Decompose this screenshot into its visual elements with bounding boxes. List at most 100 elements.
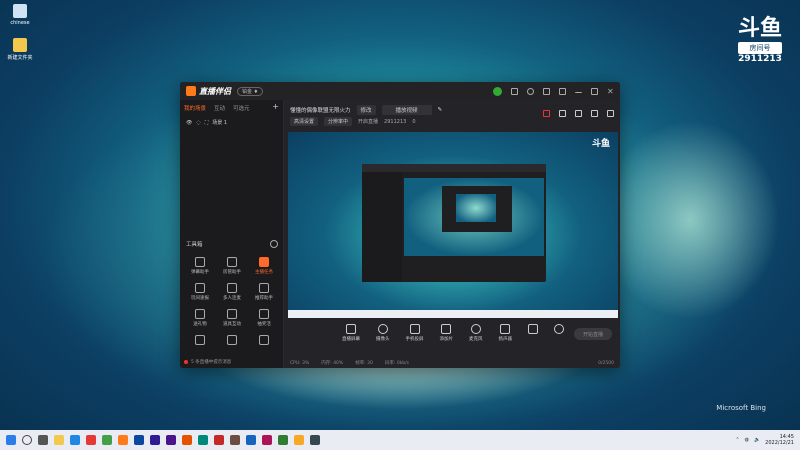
lock-icon[interactable]: ◌ bbox=[196, 120, 200, 126]
avatar[interactable] bbox=[493, 86, 502, 96]
skin-icon[interactable] bbox=[543, 87, 550, 95]
header-actions bbox=[543, 110, 614, 117]
explorer-icon[interactable] bbox=[54, 435, 64, 445]
app-icon-7[interactable] bbox=[294, 435, 304, 445]
network-icon[interactable]: ◍ bbox=[745, 437, 749, 443]
tool-lottery[interactable]: 抽奖活 bbox=[248, 309, 280, 327]
message-icon[interactable] bbox=[511, 87, 518, 95]
speaker-button[interactable]: 扬声器 bbox=[499, 324, 512, 342]
douyu-app-icon[interactable] bbox=[118, 435, 128, 445]
tool-admin[interactable]: 房管助手 bbox=[216, 257, 248, 275]
extra-icon bbox=[227, 335, 237, 345]
task-view-icon[interactable] bbox=[38, 435, 48, 445]
category-select[interactable]: 播放视频 bbox=[381, 105, 432, 115]
wallpaper-reef-right bbox=[600, 120, 780, 320]
room-id: 2911213 bbox=[384, 118, 407, 125]
camera-button[interactable]: 摄像头 bbox=[376, 324, 390, 342]
wechat-icon[interactable] bbox=[102, 435, 112, 445]
preview-taskbar bbox=[288, 310, 618, 318]
tool-danmaku[interactable]: 弹幕助手 bbox=[184, 257, 216, 275]
sidebar-notice[interactable]: 5 条直播中提示消息 bbox=[184, 359, 231, 365]
system-tray: ⌃ ◍ 🔈 14:45 2022/12/21 bbox=[735, 434, 794, 446]
mic-button[interactable]: 麦克风 bbox=[469, 324, 483, 342]
multi-mic-icon bbox=[227, 283, 237, 293]
start-live-button[interactable]: 开始直播 bbox=[574, 328, 612, 340]
video-icon bbox=[528, 324, 538, 334]
settings-button[interactable] bbox=[554, 324, 564, 342]
chevron-up-icon[interactable]: ⌃ bbox=[735, 437, 739, 443]
record-label: 开启直播 bbox=[358, 119, 379, 125]
main-panel: 懂懂的偶像联盟无限火力 修改 播放视频 ✎ 高清设置 分辨率中 开启直播 291… bbox=[284, 100, 620, 368]
premiere-icon[interactable] bbox=[150, 435, 160, 445]
start-icon[interactable] bbox=[6, 435, 16, 445]
recycle-bin-icon bbox=[13, 4, 27, 18]
record-cam-button[interactable] bbox=[528, 324, 538, 342]
status-bar: CPU: 3% 内存: 40% 帧率: 30 码率: 0kb/s 0/2500 bbox=[290, 360, 614, 367]
help-icon[interactable] bbox=[527, 87, 534, 95]
version-badge[interactable]: 铂金 ♦ bbox=[237, 86, 264, 96]
tab-interact[interactable]: 互动 bbox=[214, 104, 225, 112]
task-icon bbox=[259, 257, 269, 267]
speaker-icon bbox=[500, 324, 511, 334]
app-icon-8[interactable] bbox=[310, 435, 320, 445]
expand-icon[interactable] bbox=[575, 110, 582, 117]
after-effects-icon[interactable] bbox=[166, 435, 176, 445]
tool-props[interactable]: 道具互动 bbox=[216, 309, 248, 327]
gift-box-icon[interactable] bbox=[543, 110, 550, 117]
stream-preview[interactable]: 斗鱼 bbox=[288, 132, 618, 318]
maximize-icon[interactable] bbox=[591, 87, 598, 95]
pencil-icon[interactable]: ✎ bbox=[438, 107, 443, 113]
phone-cast-button[interactable]: 手机投屏 bbox=[406, 324, 424, 342]
desktop-icon-recycle[interactable]: chinese bbox=[0, 4, 40, 26]
tool-extra-2[interactable] bbox=[216, 335, 248, 347]
minimize-icon[interactable] bbox=[575, 89, 582, 93]
scene-item[interactable]: 👁 ◌ ⛶ 场景 1 bbox=[180, 116, 283, 129]
app-icon-6[interactable] bbox=[278, 435, 288, 445]
toolbox-header: 工具箱 bbox=[180, 240, 284, 248]
lock-icon[interactable] bbox=[559, 110, 566, 117]
add-scene-icon[interactable]: + bbox=[272, 103, 279, 112]
desktop-icon-folder[interactable]: 新建文件夹 bbox=[0, 38, 40, 61]
resolution-chip[interactable]: 分辨率中 bbox=[324, 117, 353, 126]
add-media-button[interactable]: 添加片 bbox=[440, 324, 453, 342]
tool-report[interactable]: 玩间速报 bbox=[184, 283, 216, 301]
screen-capture-button[interactable]: 直播屏幕 bbox=[342, 324, 360, 342]
app-logo-icon bbox=[186, 86, 196, 96]
app-icon-5[interactable] bbox=[262, 435, 272, 445]
app-icon-2[interactable] bbox=[214, 435, 224, 445]
search-icon[interactable] bbox=[22, 435, 32, 445]
close-icon[interactable]: ✕ bbox=[607, 87, 614, 95]
menu-icon[interactable] bbox=[559, 87, 566, 95]
tool-multi-mic[interactable]: 多人连麦 bbox=[216, 283, 248, 301]
eye-icon[interactable]: 👁 bbox=[186, 120, 192, 126]
room-meta: 高清设置 分辨率中 开启直播 2911213 0 bbox=[284, 117, 620, 126]
clock[interactable]: 14:45 2022/12/21 bbox=[765, 434, 794, 446]
app-icon-1[interactable] bbox=[198, 435, 208, 445]
scene-icon: ⛶ bbox=[204, 119, 209, 126]
tool-extra-3[interactable] bbox=[248, 335, 280, 347]
app-icon-3[interactable] bbox=[230, 435, 240, 445]
tool-recommend[interactable]: 推荐助手 bbox=[248, 283, 280, 301]
tool-task[interactable]: 主播任务 bbox=[248, 257, 280, 275]
camera-icon bbox=[377, 324, 388, 334]
more-tools-icon[interactable] bbox=[270, 240, 278, 248]
tab-scenes[interactable]: 我的场景 bbox=[184, 104, 206, 112]
tool-extra-1[interactable] bbox=[184, 335, 216, 347]
gear-icon bbox=[554, 324, 564, 334]
report-icon bbox=[195, 283, 205, 293]
illustrator-icon[interactable] bbox=[182, 435, 192, 445]
bell-icon[interactable] bbox=[591, 110, 598, 117]
edge-icon[interactable] bbox=[70, 435, 80, 445]
app-icon-4[interactable] bbox=[246, 435, 256, 445]
tab-optional[interactable]: 可选元 bbox=[233, 104, 250, 112]
source-toolbar: 直播屏幕 摄像头 手机投屏 添加片 麦克风 扬声器 bbox=[284, 324, 620, 342]
photoshop-icon[interactable] bbox=[134, 435, 144, 445]
tool-gift[interactable]: 送礼物 bbox=[184, 309, 216, 327]
edit-button[interactable]: 修改 bbox=[356, 105, 376, 115]
volume-icon[interactable]: 🔈 bbox=[754, 437, 760, 443]
share-icon[interactable] bbox=[607, 110, 614, 117]
recommend-icon bbox=[259, 283, 269, 293]
quality-chip[interactable]: 高清设置 bbox=[290, 117, 319, 126]
room-title[interactable]: 懂懂的偶像联盟无限火力 bbox=[290, 106, 351, 114]
chrome-icon[interactable] bbox=[86, 435, 96, 445]
